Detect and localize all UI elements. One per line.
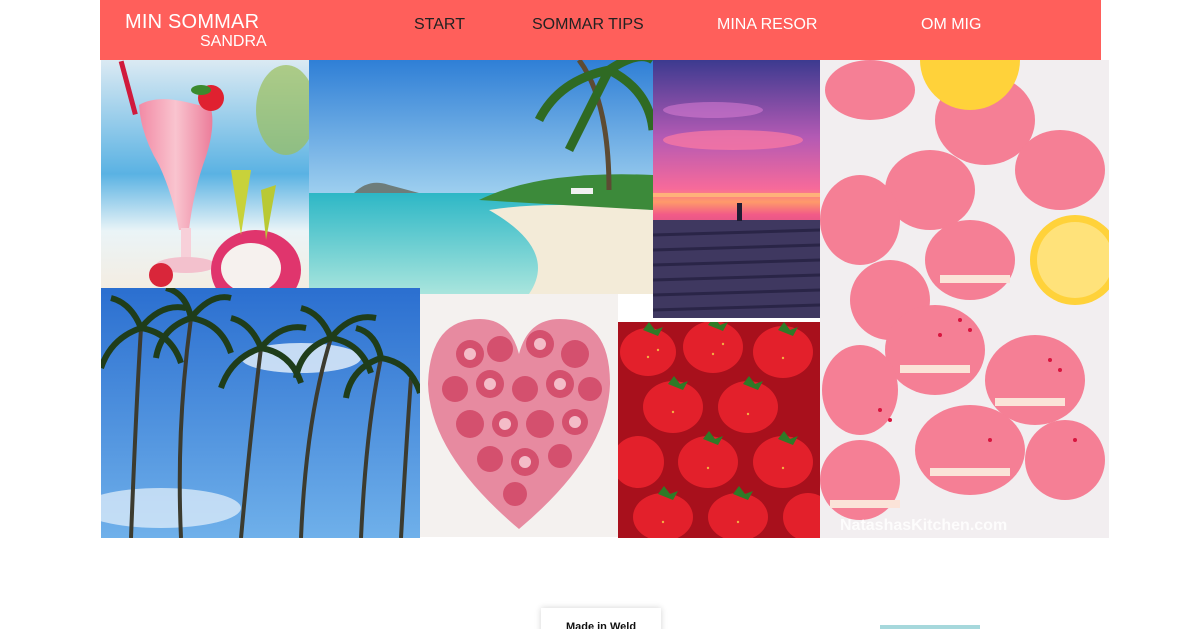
smoothie-image: [101, 60, 309, 288]
macarons-image: NatashasKitchen.com: [820, 60, 1109, 538]
beach-image: [309, 60, 653, 294]
footer-accent-bar: [880, 625, 980, 629]
site-title[interactable]: MIN SOMMAR: [125, 11, 259, 34]
site-header: MIN SOMMAR SANDRA START SOMMAR TIPS MINA…: [100, 0, 1101, 60]
nav-om-mig-link[interactable]: OM MIG: [921, 16, 981, 34]
nav-mina-resor-link[interactable]: MINA RESOR: [717, 16, 817, 34]
palm-trees-image: [101, 288, 420, 538]
nav-sommar-tips-link[interactable]: SOMMAR TIPS: [532, 16, 644, 34]
nav-start-link[interactable]: START: [414, 16, 465, 34]
page: MIN SOMMAR SANDRA START SOMMAR TIPS MINA…: [0, 0, 1186, 629]
sunset-pier-image: [653, 60, 820, 318]
macarons-watermark: NatashasKitchen.com: [840, 517, 1007, 534]
rose-heart-image: [420, 294, 618, 537]
strawberries-image: [618, 322, 820, 538]
site-subtitle: SANDRA: [200, 33, 267, 50]
made-in-weld-badge[interactable]: Made in Weld: [541, 608, 661, 629]
